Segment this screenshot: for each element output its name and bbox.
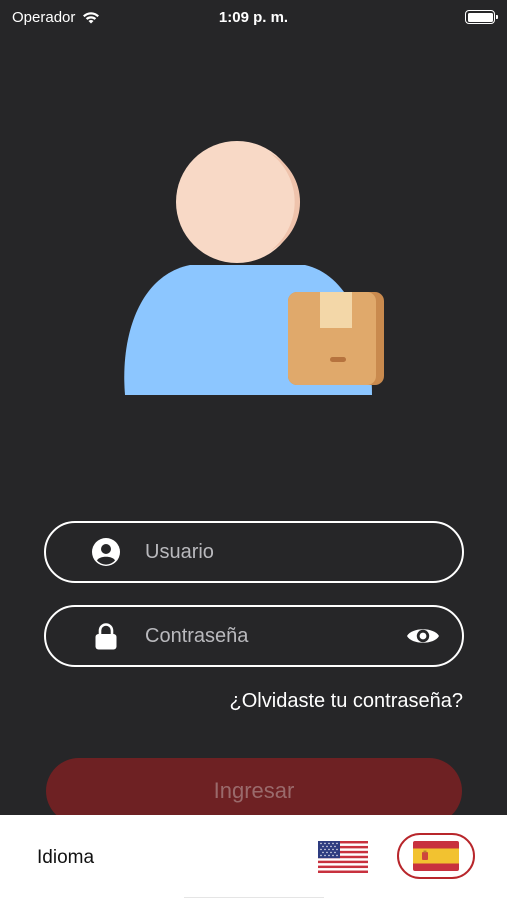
home-indicator [183,897,324,898]
us-flag-icon[interactable] [318,841,368,873]
package-box-icon [288,292,384,385]
user-circle-icon [92,538,120,566]
courier-user-with-box-icon [124,141,384,395]
password-input[interactable] [145,607,392,665]
status-bar: Operador 1:09 p. m. [0,0,507,34]
spain-flag-icon [413,841,459,871]
status-left: Operador [12,9,101,26]
language-bar: Idioma [0,815,507,900]
username-field[interactable] [44,521,464,583]
eye-icon[interactable] [406,625,440,647]
wifi-icon [83,11,100,23]
username-input[interactable] [145,523,392,581]
carrier-label: Operador [12,8,76,26]
user-head-shape [176,141,298,263]
forgot-password-link[interactable]: ¿Olvidaste tu contraseña? [230,690,463,713]
battery-icon [465,10,498,24]
language-label: Idioma [37,847,95,868]
spain-flag-selected-option[interactable] [397,833,475,879]
password-field[interactable] [44,605,464,667]
lock-icon [95,623,117,650]
